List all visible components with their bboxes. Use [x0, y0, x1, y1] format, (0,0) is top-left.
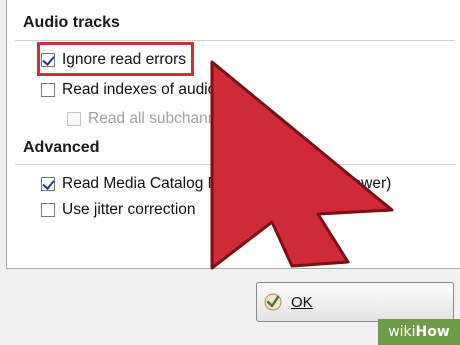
watermark-prefix: wiki	[388, 324, 416, 340]
watermark-suffix: How	[415, 324, 450, 340]
wikihow-watermark: wiki How	[378, 319, 460, 345]
pointer-arrow-icon	[210, 60, 394, 270]
